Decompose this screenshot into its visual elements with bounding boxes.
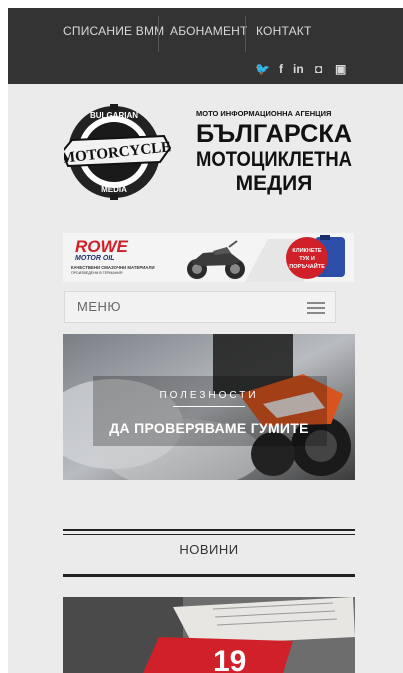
top-navigation: СПИСАНИЕ ВММ АБОНАМЕНТ КОНТАКТ (8, 8, 403, 54)
nav-divider (158, 16, 159, 52)
instagram-icon[interactable]: ◘ (315, 62, 322, 76)
hero-category-underline (173, 406, 245, 407)
banner-cta-2: ТУК И (299, 256, 315, 262)
nav-item-magazine[interactable]: СПИСАНИЕ ВММ (63, 8, 164, 54)
post-badge-number: 19 (213, 645, 246, 673)
nav-divider (245, 16, 246, 52)
hamburger-menu-icon[interactable] (307, 302, 325, 314)
logo-line-3: МЕДИЯ (236, 172, 313, 195)
banner-brand-sub: MOTOR OIL (75, 255, 115, 262)
banner-cta-1: КЛИКНЕТЕ (292, 248, 322, 254)
banner-graphic: ROWE MOTOR OIL КАЧЕСТВЕНИ СМАЗОЧНИ МАТЕР… (63, 233, 354, 282)
banner-tagline-2: ПРОИЗВЕДЕНИ В ГЕРМАНИЯ (71, 271, 123, 275)
facebook-icon[interactable]: f (279, 62, 283, 76)
featured-article[interactable]: ПОЛЕЗНОСТИ ДА ПРОВЕРЯВАМЕ ГУМИТЕ (63, 334, 355, 480)
post-graphic: 19 (63, 597, 355, 673)
hero-title[interactable]: ДА ПРОВЕРЯВАМЕ ГУМИТЕ (63, 420, 355, 436)
logo-line-2: МОТОЦИКЛЕТНА (196, 148, 352, 171)
logo-graphic: BULGARIAN MOTORCYCLE MEDIA МОТО ИНФОРМАЦ… (60, 104, 352, 200)
hero-category[interactable]: ПОЛЕЗНОСТИ (63, 390, 355, 401)
logo-agency: МОТО ИНФОРМАЦИОННА АГЕНЦИЯ (196, 109, 331, 118)
news-divider-bottom (63, 574, 355, 577)
linkedin-icon[interactable]: in (293, 62, 304, 76)
menu-bar[interactable]: МЕНЮ (64, 291, 336, 323)
logo-line-1: БЪЛГАРСКА (196, 120, 352, 148)
social-links: 🐦 f in ◘ ▣ (255, 62, 355, 78)
page: СПИСАНИЕ ВММ АБОНАМЕНТ КОНТАКТ 🐦 f in ◘ … (8, 8, 403, 673)
logo-badge-top: BULGARIAN (90, 111, 138, 120)
rowe-ad-banner[interactable]: ROWE MOTOR OIL КАЧЕСТВЕНИ СМАЗОЧНИ МАТЕР… (63, 233, 354, 282)
top-bar: СПИСАНИЕ ВММ АБОНАМЕНТ КОНТАКТ 🐦 f in ◘ … (8, 8, 403, 84)
news-post-image[interactable]: 19 (63, 597, 355, 673)
twitter-icon[interactable]: 🐦 (255, 62, 270, 76)
banner-brand: ROWE (75, 237, 129, 256)
news-divider-top (63, 529, 355, 535)
nav-item-subscription[interactable]: АБОНАМЕНТ (170, 8, 248, 54)
youtube-icon[interactable]: ▣ (335, 62, 346, 76)
logo-badge-bottom: MEDIA (101, 185, 127, 194)
menu-label: МЕНЮ (77, 299, 122, 314)
nav-item-contact[interactable]: КОНТАКТ (256, 8, 312, 54)
site-logo[interactable]: BULGARIAN MOTORCYCLE MEDIA МОТО ИНФОРМАЦ… (60, 104, 354, 200)
banner-tagline: КАЧЕСТВЕНИ СМАЗОЧНИ МАТЕРИАЛИ (71, 265, 155, 270)
news-section-heading: НОВИНИ (179, 542, 239, 557)
banner-cta-3: ПОРЪЧАЙТЕ (289, 262, 325, 270)
